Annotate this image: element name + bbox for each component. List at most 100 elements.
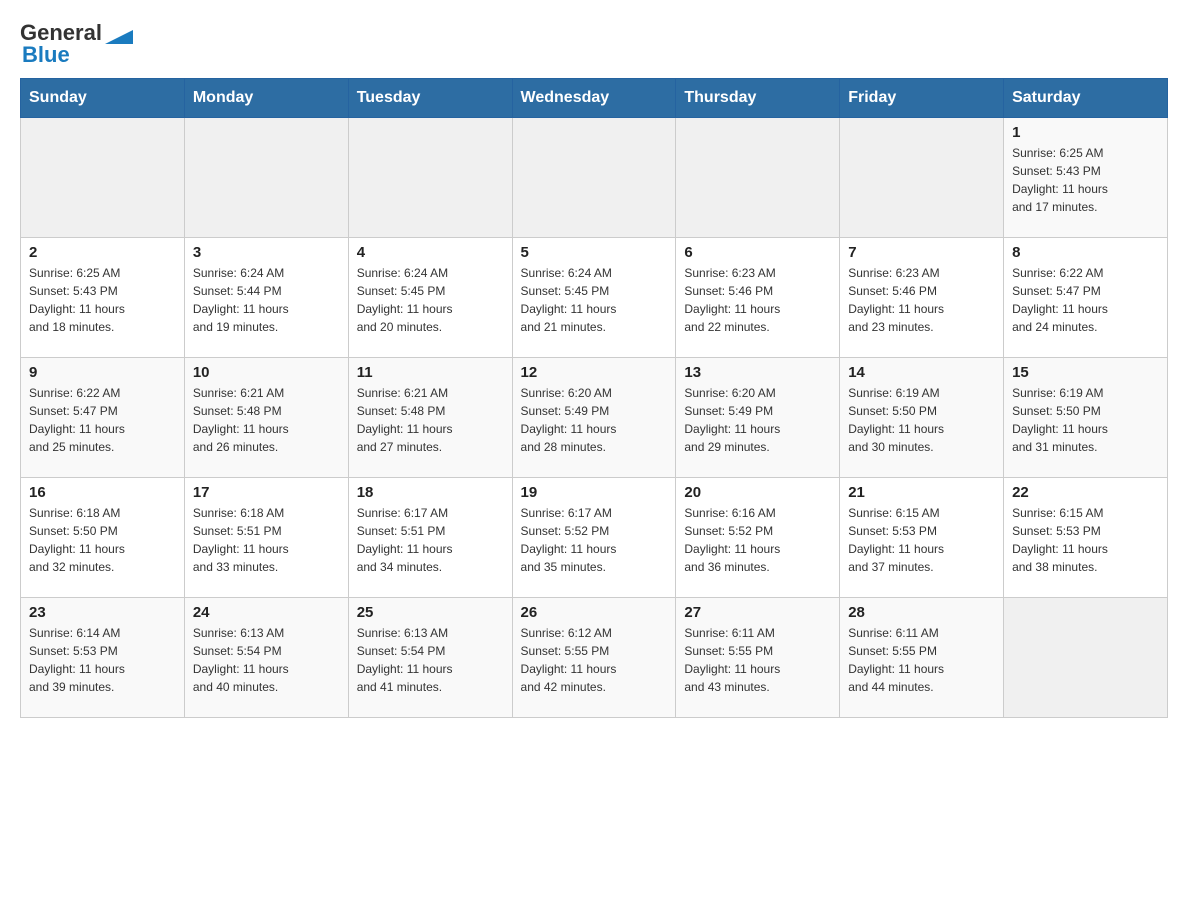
day-number: 8 xyxy=(1012,244,1159,261)
day-info: Sunrise: 6:12 AM Sunset: 5:55 PM Dayligh… xyxy=(521,624,668,696)
day-info: Sunrise: 6:23 AM Sunset: 5:46 PM Dayligh… xyxy=(848,264,995,336)
calendar-cell: 22Sunrise: 6:15 AM Sunset: 5:53 PM Dayli… xyxy=(1004,478,1168,598)
calendar-header-row: SundayMondayTuesdayWednesdayThursdayFrid… xyxy=(21,79,1168,118)
weekday-header-friday: Friday xyxy=(840,79,1004,118)
day-number: 27 xyxy=(684,604,831,621)
weekday-header-monday: Monday xyxy=(184,79,348,118)
calendar-cell xyxy=(676,118,840,238)
calendar-cell: 12 Sunrise: 6:20 AM Sunset: 5:49 PM Dayli… xyxy=(512,358,676,478)
calendar-cell: 17 Sunrise: 6:18 AM Sunset: 5:51 PM Dayli… xyxy=(184,478,348,598)
calendar-cell: 24 Sunrise: 6:13 AM Sunset: 5:54 PM Dayli… xyxy=(184,598,348,718)
calendar-table: SundayMondayTuesdayWednesdayThursdayFrid… xyxy=(20,78,1168,718)
calendar-cell xyxy=(840,118,1004,238)
day-info: Sunrise: 6:21 AM Sunset: 5:48 PM Dayligh… xyxy=(193,384,340,456)
logo-blue-text: Blue xyxy=(20,42,70,68)
calendar-week-row: 16Sunrise: 6:18 AM Sunset: 5:50 PM Dayli… xyxy=(21,478,1168,598)
day-number: 7 xyxy=(848,244,995,261)
day-info: Sunrise: 6:18 AM Sunset: 5:51 PM Dayligh… xyxy=(193,504,340,576)
weekday-header-wednesday: Wednesday xyxy=(512,79,676,118)
calendar-cell: 19Sunrise: 6:17 AM Sunset: 5:52 PM Dayli… xyxy=(512,478,676,598)
day-info: Sunrise: 6:11 AM Sunset: 5:55 PM Dayligh… xyxy=(684,624,831,696)
calendar-cell: 27 Sunrise: 6:11 AM Sunset: 5:55 PM Dayli… xyxy=(676,598,840,718)
calendar-week-row: 9 Sunrise: 6:22 AM Sunset: 5:47 PM Daylig… xyxy=(21,358,1168,478)
calendar-cell: 2 Sunrise: 6:25 AM Sunset: 5:43 PM Daylig… xyxy=(21,238,185,358)
day-info: Sunrise: 6:21 AM Sunset: 5:48 PM Dayligh… xyxy=(357,384,504,456)
calendar-cell: 9 Sunrise: 6:22 AM Sunset: 5:47 PM Daylig… xyxy=(21,358,185,478)
day-number: 10 xyxy=(193,364,340,381)
weekday-header-saturday: Saturday xyxy=(1004,79,1168,118)
day-number: 3 xyxy=(193,244,340,261)
day-info: Sunrise: 6:19 AM Sunset: 5:50 PM Dayligh… xyxy=(1012,384,1159,456)
day-info: Sunrise: 6:13 AM Sunset: 5:54 PM Dayligh… xyxy=(357,624,504,696)
calendar-cell: 7 Sunrise: 6:23 AM Sunset: 5:46 PM Daylig… xyxy=(840,238,1004,358)
day-number: 20 xyxy=(684,484,831,501)
day-info: Sunrise: 6:25 AM Sunset: 5:43 PM Dayligh… xyxy=(29,264,176,336)
calendar-cell: 18Sunrise: 6:17 AM Sunset: 5:51 PM Dayli… xyxy=(348,478,512,598)
day-info: Sunrise: 6:19 AM Sunset: 5:50 PM Dayligh… xyxy=(848,384,995,456)
calendar-cell xyxy=(348,118,512,238)
day-info: Sunrise: 6:24 AM Sunset: 5:45 PM Dayligh… xyxy=(357,264,504,336)
calendar-cell: 26 Sunrise: 6:12 AM Sunset: 5:55 PM Dayli… xyxy=(512,598,676,718)
calendar-cell: 8Sunrise: 6:22 AM Sunset: 5:47 PM Daylig… xyxy=(1004,238,1168,358)
day-info: Sunrise: 6:24 AM Sunset: 5:45 PM Dayligh… xyxy=(521,264,668,336)
calendar-cell: 23Sunrise: 6:14 AM Sunset: 5:53 PM Dayli… xyxy=(21,598,185,718)
calendar-cell: 5 Sunrise: 6:24 AM Sunset: 5:45 PM Daylig… xyxy=(512,238,676,358)
page-header: General Blue xyxy=(20,20,1168,68)
calendar-cell: 28 Sunrise: 6:11 AM Sunset: 5:55 PM Dayli… xyxy=(840,598,1004,718)
day-info: Sunrise: 6:17 AM Sunset: 5:52 PM Dayligh… xyxy=(521,504,668,576)
day-number: 12 xyxy=(521,364,668,381)
day-number: 9 xyxy=(29,364,176,381)
day-info: Sunrise: 6:20 AM Sunset: 5:49 PM Dayligh… xyxy=(684,384,831,456)
day-number: 16 xyxy=(29,484,176,501)
calendar-cell: 25 Sunrise: 6:13 AM Sunset: 5:54 PM Dayli… xyxy=(348,598,512,718)
calendar-cell xyxy=(21,118,185,238)
calendar-cell xyxy=(1004,598,1168,718)
day-info: Sunrise: 6:22 AM Sunset: 5:47 PM Dayligh… xyxy=(29,384,176,456)
day-info: Sunrise: 6:20 AM Sunset: 5:49 PM Dayligh… xyxy=(521,384,668,456)
day-number: 5 xyxy=(521,244,668,261)
day-number: 21 xyxy=(848,484,995,501)
calendar-cell: 16Sunrise: 6:18 AM Sunset: 5:50 PM Dayli… xyxy=(21,478,185,598)
calendar-week-row: 2 Sunrise: 6:25 AM Sunset: 5:43 PM Daylig… xyxy=(21,238,1168,358)
day-number: 1 xyxy=(1012,124,1159,141)
logo: General Blue xyxy=(20,20,133,68)
day-number: 24 xyxy=(193,604,340,621)
calendar-cell: 15 Sunrise: 6:19 AM Sunset: 5:50 PM Dayli… xyxy=(1004,358,1168,478)
day-number: 15 xyxy=(1012,364,1159,381)
calendar-cell: 21 Sunrise: 6:15 AM Sunset: 5:53 PM Dayli… xyxy=(840,478,1004,598)
day-number: 11 xyxy=(357,364,504,381)
day-info: Sunrise: 6:13 AM Sunset: 5:54 PM Dayligh… xyxy=(193,624,340,696)
weekday-header-thursday: Thursday xyxy=(676,79,840,118)
day-number: 26 xyxy=(521,604,668,621)
day-info: Sunrise: 6:23 AM Sunset: 5:46 PM Dayligh… xyxy=(684,264,831,336)
weekday-header-tuesday: Tuesday xyxy=(348,79,512,118)
day-number: 6 xyxy=(684,244,831,261)
logo-icon xyxy=(105,22,133,44)
day-number: 4 xyxy=(357,244,504,261)
calendar-week-row: 23Sunrise: 6:14 AM Sunset: 5:53 PM Dayli… xyxy=(21,598,1168,718)
day-number: 14 xyxy=(848,364,995,381)
calendar-cell: 10 Sunrise: 6:21 AM Sunset: 5:48 PM Dayli… xyxy=(184,358,348,478)
day-number: 2 xyxy=(29,244,176,261)
day-info: Sunrise: 6:16 AM Sunset: 5:52 PM Dayligh… xyxy=(684,504,831,576)
calendar-week-row: 1 Sunrise: 6:25 AM Sunset: 5:43 PM Daylig… xyxy=(21,118,1168,238)
calendar-cell: 4 Sunrise: 6:24 AM Sunset: 5:45 PM Daylig… xyxy=(348,238,512,358)
day-info: Sunrise: 6:11 AM Sunset: 5:55 PM Dayligh… xyxy=(848,624,995,696)
day-info: Sunrise: 6:15 AM Sunset: 5:53 PM Dayligh… xyxy=(1012,504,1159,576)
calendar-cell: 11 Sunrise: 6:21 AM Sunset: 5:48 PM Dayli… xyxy=(348,358,512,478)
calendar-cell xyxy=(512,118,676,238)
calendar-cell: 13 Sunrise: 6:20 AM Sunset: 5:49 PM Dayli… xyxy=(676,358,840,478)
day-info: Sunrise: 6:24 AM Sunset: 5:44 PM Dayligh… xyxy=(193,264,340,336)
day-number: 18 xyxy=(357,484,504,501)
day-number: 23 xyxy=(29,604,176,621)
weekday-header-sunday: Sunday xyxy=(21,79,185,118)
calendar-cell: 20 Sunrise: 6:16 AM Sunset: 5:52 PM Dayli… xyxy=(676,478,840,598)
day-number: 25 xyxy=(357,604,504,621)
day-number: 13 xyxy=(684,364,831,381)
calendar-cell: 3 Sunrise: 6:24 AM Sunset: 5:44 PM Daylig… xyxy=(184,238,348,358)
day-number: 28 xyxy=(848,604,995,621)
day-info: Sunrise: 6:15 AM Sunset: 5:53 PM Dayligh… xyxy=(848,504,995,576)
day-number: 17 xyxy=(193,484,340,501)
calendar-cell: 1 Sunrise: 6:25 AM Sunset: 5:43 PM Daylig… xyxy=(1004,118,1168,238)
day-info: Sunrise: 6:25 AM Sunset: 5:43 PM Dayligh… xyxy=(1012,144,1159,216)
